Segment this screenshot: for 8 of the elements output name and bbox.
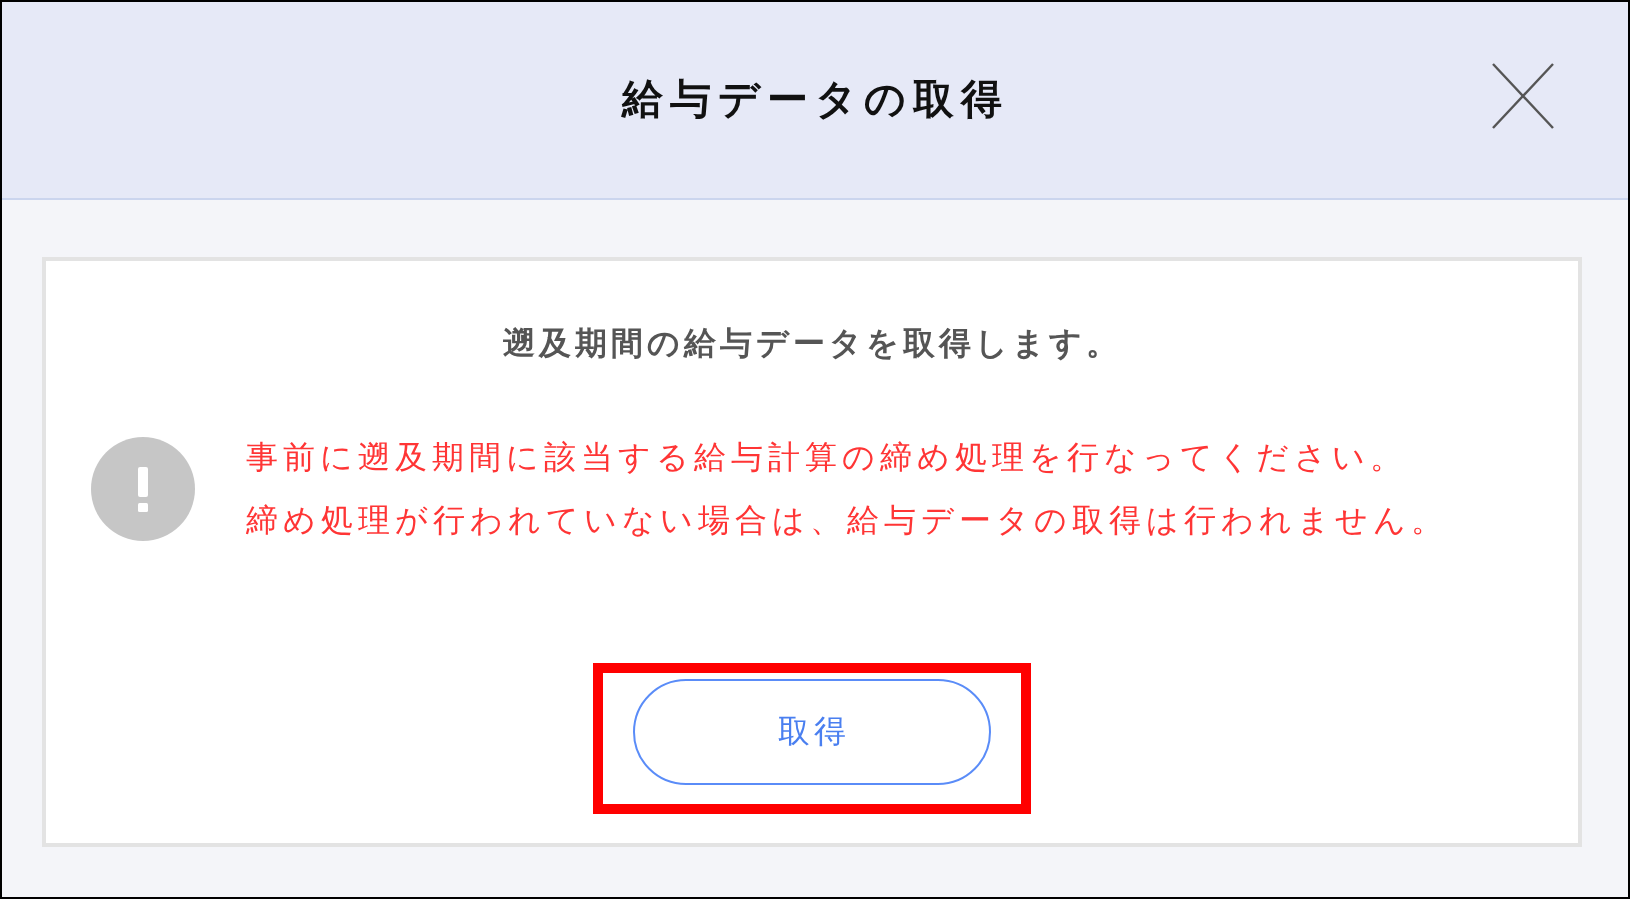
warning-text: 締め処理が行われていない場合は、給与データの取得は行われません。 — [246, 500, 1448, 541]
dialog-title: 給与データの取得 — [621, 75, 1009, 125]
fetch-button[interactable]: 取得 — [633, 679, 991, 785]
warning-text: 事前に遡及期間に該当する給与計算の締め処理を行なってください。 — [246, 437, 1408, 478]
message-text: 遡及期間の給与データを取得します。 — [502, 323, 1122, 364]
close-button[interactable] — [1492, 63, 1554, 129]
close-icon — [1492, 63, 1554, 129]
warning-icon — [91, 437, 195, 541]
